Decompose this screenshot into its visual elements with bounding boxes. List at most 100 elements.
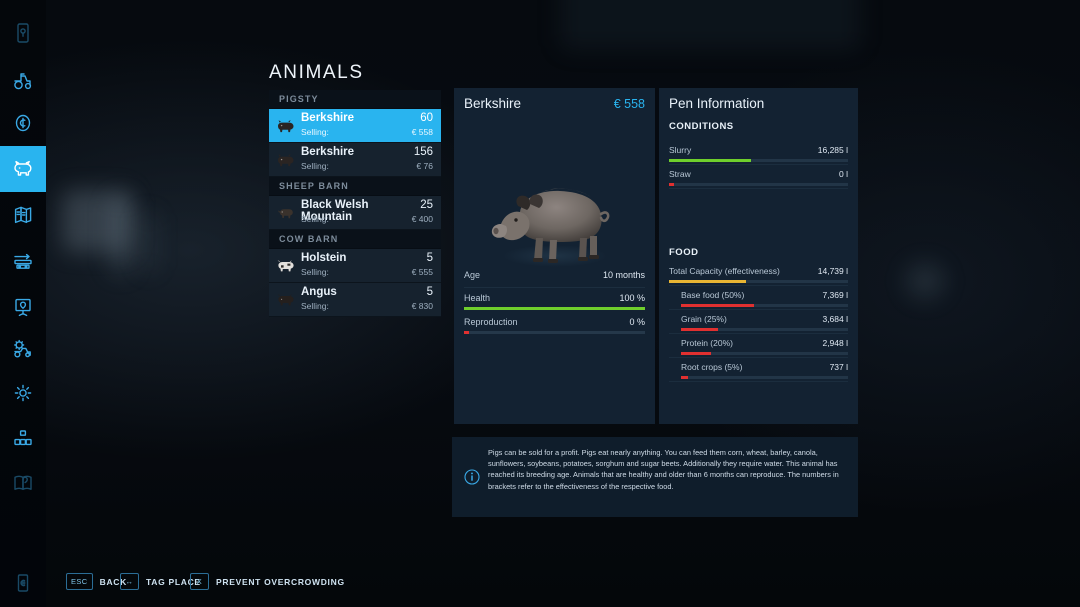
stat-row-head: Age 10 months <box>464 270 645 280</box>
detail-animal-price: € 558 <box>613 97 645 111</box>
conditions-heading: CONDITIONS <box>669 121 734 132</box>
pen-stat-value: 2,948 l <box>822 338 848 348</box>
pen-stat-value: 3,684 l <box>822 314 848 324</box>
pen-stat-value: 16,285 l <box>817 145 848 155</box>
pen-bar-track <box>669 159 848 162</box>
animal-count: 5 <box>426 252 433 264</box>
stat-value: 10 months <box>602 270 645 280</box>
pen-stat-head: Base food (50%) 7,369 l <box>681 290 848 300</box>
pig-render-svg <box>491 188 609 267</box>
pen-stat-row: Base food (50%) 7,369 l <box>681 290 848 307</box>
pen-bar-fill <box>669 183 675 186</box>
selling-price: € 558 <box>411 127 433 137</box>
pen-stat-row: Protein (20%) 2,948 l <box>681 338 848 355</box>
selling-price: € 76 <box>416 161 433 171</box>
hint-label: PREVENT OVERCROWDING <box>216 576 345 587</box>
animal-row[interactable]: Berkshire 156 Selling: € 76 <box>269 143 441 177</box>
animal-row-primary: Holstein 5 <box>301 252 433 264</box>
selling-label: Selling: <box>301 214 329 224</box>
stat-divider <box>464 287 645 288</box>
animal-group-header: PIGSTY <box>269 90 441 109</box>
pen-row-divider <box>669 381 848 382</box>
hint-tag-place[interactable]: ↔ TAG PLACE <box>120 573 201 590</box>
pen-stat-value: 737 l <box>829 362 848 372</box>
pen-bar-track <box>669 280 848 283</box>
pen-bar-fill <box>669 159 752 162</box>
animal-group-header: SHEEP BARN <box>269 177 441 196</box>
pen-row-divider <box>669 188 848 189</box>
animal-name: Berkshire <box>301 146 355 158</box>
pen-panel-title: Pen Information <box>669 96 765 111</box>
angus-icon <box>275 291 296 309</box>
pen-stat-row: Root crops (5%) 737 l <box>681 362 848 379</box>
animal-name: Berkshire <box>301 112 355 124</box>
animal-row-selected[interactable]: Berkshire 60 Selling: € 558 <box>269 109 441 143</box>
stat-label: Reproduction <box>464 317 518 327</box>
animal-row-primary: Angus 5 <box>301 286 433 298</box>
stat-label: Age <box>464 270 481 280</box>
key-hint-bar: ESC BACK ↔ TAG PLACE X PREVENT OVERCROWDING <box>0 559 1080 607</box>
pen-bar-track <box>681 304 848 307</box>
animal-row-primary: Berkshire 60 <box>301 112 433 124</box>
info-circle-icon <box>464 469 480 485</box>
animal-count: 156 <box>413 146 433 158</box>
pen-bar-track <box>669 183 848 186</box>
stat-bar-fill <box>464 307 645 310</box>
selling-label: Selling: <box>301 267 329 277</box>
info-box: Pigs can be sold for a profit. Pigs eat … <box>452 437 858 517</box>
pen-stat-label: Root crops (5%) <box>681 362 743 372</box>
stat-label: Health <box>464 293 491 303</box>
pen-stat-row: Total Capacity (effectiveness) 14,739 l <box>669 266 848 283</box>
animal-name: Holstein <box>301 252 347 264</box>
detail-header: Berkshire € 558 <box>464 96 645 111</box>
animal-count: 5 <box>426 286 433 298</box>
stat-row: Health 100 % <box>464 293 645 310</box>
stat-row-head: Health 100 % <box>464 293 645 303</box>
animal-row[interactable]: Angus 5 Selling: € 830 <box>269 283 441 317</box>
keycap: ↔ <box>120 573 139 590</box>
sheep-icon <box>275 204 296 222</box>
pig-icon <box>275 151 296 169</box>
pen-bar-fill <box>681 352 712 355</box>
pen-stat-label: Straw <box>669 169 691 179</box>
pen-row-divider <box>669 357 848 358</box>
pen-row-divider <box>669 164 848 165</box>
pen-stat-row: Slurry 16,285 l <box>669 145 848 162</box>
pen-stat-label: Grain (25%) <box>681 314 727 324</box>
pen-bar-fill <box>681 328 718 331</box>
pen-bar-track <box>681 376 848 379</box>
animal-row-primary: Berkshire 156 <box>301 146 433 158</box>
animal-row-secondary: Selling: € 400 <box>301 214 433 224</box>
pen-bar-fill <box>669 280 746 283</box>
pen-stat-row: Straw 0 l <box>669 169 848 186</box>
stat-row-head: Reproduction 0 % <box>464 317 645 327</box>
animal-row[interactable]: Holstein 5 Selling: € 555 <box>269 249 441 283</box>
keycap: X <box>190 573 209 590</box>
pen-stat-value: 14,739 l <box>817 266 848 276</box>
selling-label: Selling: <box>301 161 329 171</box>
keycap: ESC <box>66 573 93 590</box>
animal-row-secondary: Selling: € 830 <box>301 301 433 311</box>
animal-count: 60 <box>420 112 433 124</box>
hint-prevent[interactable]: X PREVENT OVERCROWDING <box>190 573 345 590</box>
stat-value: 0 % <box>629 317 645 327</box>
hint-back[interactable]: ESC BACK <box>66 573 127 590</box>
info-text: Pigs can be sold for a profit. Pigs eat … <box>488 448 839 491</box>
pen-stat-head: Straw 0 l <box>669 169 848 179</box>
stat-bar-track <box>464 331 645 334</box>
pen-stat-head: Total Capacity (effectiveness) 14,739 l <box>669 266 848 276</box>
animal-row[interactable]: Black Welsh Mountain 25 Selling: € 400 <box>269 196 441 230</box>
pen-information-panel: Pen Information CONDITIONS Slurry 16,285 … <box>659 88 858 424</box>
pen-stat-value: 7,369 l <box>822 290 848 300</box>
pen-stat-head: Protein (20%) 2,948 l <box>681 338 848 348</box>
animal-row-secondary: Selling: € 76 <box>301 161 433 171</box>
pen-row-divider <box>669 333 848 334</box>
stat-row: Reproduction 0 % <box>464 317 645 334</box>
animal-row-secondary: Selling: € 555 <box>301 267 433 277</box>
animal-list: PIGSTY Berkshire 60 Selling: € 558 Berkshire 1… <box>269 90 441 317</box>
animal-count: 25 <box>420 199 433 211</box>
animal-detail-panel: Berkshire € 558 Age 10 months Health 100… <box>454 88 655 424</box>
stat-bar-fill <box>464 331 470 334</box>
pen-stat-label: Protein (20%) <box>681 338 733 348</box>
page-title: ANIMALS <box>269 62 364 83</box>
